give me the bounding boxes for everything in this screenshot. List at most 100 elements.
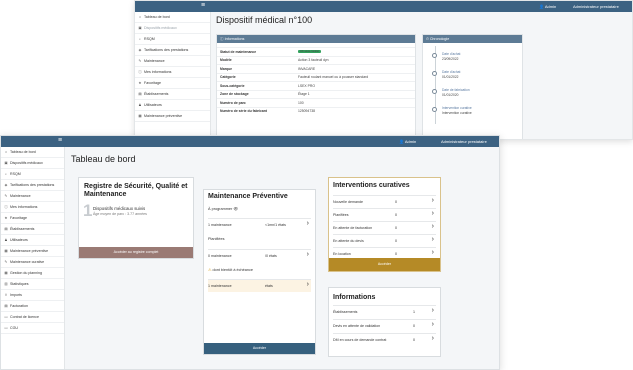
curative-row[interactable]: Planifiées 0 ›	[333, 208, 436, 221]
home-icon: ⌂	[4, 150, 8, 154]
info-key: Modèle	[220, 58, 232, 63]
sidebar-item[interactable]: ✎ Maintenance curative	[1, 257, 64, 268]
preventive-access-button[interactable]: Accéder	[204, 343, 315, 354]
main-content: Dispositif médical n°100 ⓘ Informations …	[211, 12, 632, 139]
row-label: En attente du devis	[333, 238, 364, 243]
info-row: Marque INVACARE	[217, 64, 415, 73]
sidebar-item-label: Tarifications des prestations	[144, 48, 189, 52]
row-label: Nouvelle demande	[333, 199, 363, 204]
info-panel: ⓘ Informations Statut de maintenance OK s…	[216, 34, 416, 139]
chevron-right-icon: ›	[431, 335, 434, 342]
sidebar-item[interactable]: ◈ Tarifications des prestations	[135, 45, 210, 56]
upload-icon: ⇪	[4, 293, 8, 297]
sidebar-item[interactable]: ▣ Dispositifs médicaux	[1, 158, 64, 169]
information-row[interactable]: DM en cours de demande contrat 0 ›	[333, 333, 436, 346]
sidebar-item-label: Tableau de bord	[144, 15, 170, 19]
eye-icon[interactable]: 👁	[233, 207, 238, 211]
sidebar-item[interactable]: ★ Favoritage	[1, 213, 64, 224]
info-row: Zone de stockage Étage 1	[217, 89, 415, 99]
user-menu[interactable]: 👤 Admin	[399, 139, 416, 144]
sidebar-item[interactable]: ▦ Maintenance préventive	[135, 111, 210, 122]
calendar-icon: ▦	[138, 114, 142, 118]
sidebar-item[interactable]: ⌂ Tableau de bord	[135, 12, 210, 23]
sidebar-item[interactable]: ⌕ RSQM	[135, 34, 210, 45]
sidebar-item-label: Tarifications des prestations	[10, 183, 55, 187]
sidebar-item[interactable]: ▭ Contrat de licence	[1, 312, 64, 323]
sidebar-item-label: Statistiques	[10, 282, 29, 286]
sidebar-item[interactable]: ▥ Statistiques	[1, 279, 64, 290]
sidebar-item[interactable]: ♟ Utilisateurs	[135, 100, 210, 111]
sidebar-item[interactable]: ▣ Dispositifs médicaux	[135, 23, 210, 34]
sidebar-item[interactable]: ▭ CGU	[1, 323, 64, 334]
timeline-date: 23/09/2022	[442, 57, 459, 61]
sidebar-item[interactable]: ♟ Utilisateurs	[1, 235, 64, 246]
sidebar-item[interactable]: ◈ Tarifications des prestations	[1, 180, 64, 191]
sidebar-item-label: Facturation	[10, 304, 28, 308]
sidebar-item-label: Favoritage	[144, 81, 161, 85]
information-row[interactable]: Devis en attente de validation 0 ›	[333, 319, 436, 332]
entity-menu[interactable]: Administrateur prestataire	[441, 139, 487, 144]
info-key: Numéro de parc	[220, 100, 246, 105]
search-icon: ⌕	[5, 172, 7, 176]
timeline-date: 01/01/2022	[442, 75, 459, 79]
page-title: Dispositif médical n°100	[216, 15, 313, 25]
info-key: Marque	[220, 66, 233, 71]
planned-row[interactable]: 0 maintenance /0 états ›	[208, 249, 311, 262]
curative-access-button[interactable]: Accéder	[329, 258, 440, 271]
menu-icon[interactable]: ≡	[58, 137, 62, 145]
curative-row[interactable]: En attente du devis 0 ›	[333, 234, 436, 247]
star-icon: ★	[138, 81, 142, 85]
due-soon-row[interactable]: 1 maintenance états ›	[208, 279, 311, 292]
calendar-icon: ▦	[4, 271, 8, 275]
sidebar-item[interactable]: ⓘ Mes informations	[135, 67, 210, 78]
information-row[interactable]: Établissements 1 ›	[333, 305, 436, 318]
row-count: 0	[395, 200, 397, 204]
preventive-card: Maintenance Préventive À programmer 👁 1 …	[203, 189, 316, 355]
sidebar-item[interactable]: ▦ Gestion du planning	[1, 268, 64, 279]
sidebar-item[interactable]: ★ Favoritage	[135, 78, 210, 89]
sidebar-item-label: Dispositifs médicaux	[10, 161, 43, 165]
sidebar-item[interactable]: ⌂ Tableau de bord	[1, 147, 64, 158]
sidebar-item[interactable]: ▦ Maintenance préventive	[1, 246, 64, 257]
sidebar-item[interactable]: ✎ Maintenance	[135, 56, 210, 67]
sidebar-item[interactable]: ▤ Facturation	[1, 301, 64, 312]
sidebar-item[interactable]: ⇪ Imports	[1, 290, 64, 301]
timeline-title[interactable]: Date d'achat	[442, 52, 460, 56]
sidebar-item[interactable]: ▤ Établissements	[1, 224, 64, 235]
registre-access-button[interactable]: Accéder au registre complet	[79, 247, 193, 258]
warning-icon: ⚠	[208, 268, 212, 272]
info-key: Numéro de série du fabricant	[220, 109, 267, 114]
to-schedule-label: À programmer 👁	[208, 207, 239, 211]
user-menu[interactable]: 👤 Admin	[539, 4, 556, 9]
curative-row[interactable]: En attente de facturation 0 ›	[333, 221, 436, 234]
sidebar-item[interactable]: ⓘ Mes informations	[1, 202, 64, 213]
chevron-right-icon: ›	[431, 321, 434, 328]
wrench-icon: ✎	[138, 59, 142, 63]
info-icon: ⓘ	[138, 69, 142, 74]
timeline-title[interactable]: Intervention curative	[442, 106, 472, 110]
sidebar-item-label: Utilisateurs	[10, 238, 28, 242]
chevron-right-icon: ›	[306, 281, 309, 288]
registre-age: Âge moyen de parc : 3.77 années	[93, 212, 147, 216]
sidebar-item[interactable]: ⌕ RSQM	[1, 169, 64, 180]
info-value: LSEX PRO	[298, 83, 315, 88]
menu-icon[interactable]: ≡	[201, 2, 205, 10]
info-row: Catégorie Fauteuil roulant manuel ou à po…	[217, 72, 415, 82]
curative-row[interactable]: Nouvelle demande 0 ›	[333, 195, 436, 208]
sidebar-item[interactable]: ▤ Établissements	[135, 89, 210, 100]
sidebar-item[interactable]: ✎ Maintenance	[1, 191, 64, 202]
to-schedule-row[interactable]: 1 maintenance <1mn/1 états ›	[208, 218, 311, 231]
search-icon: ⌕	[139, 37, 141, 41]
timeline-title[interactable]: Date de fabrication	[442, 88, 470, 92]
top-bar: ≡ 👤 Admin Administrateur prestataire	[135, 1, 632, 12]
device-icon: ▣	[4, 161, 8, 165]
sidebar-item-label: Maintenance préventive	[10, 249, 49, 253]
info-value: 100	[298, 100, 304, 105]
device-detail-screenshot: ≡ 👤 Admin Administrateur prestataire ⌂ Ta…	[134, 0, 633, 140]
row-label: Planifiées	[333, 212, 349, 217]
entity-menu[interactable]: Administrateur prestataire	[573, 4, 619, 9]
tag-icon: ◈	[138, 48, 142, 52]
row-label: En location	[333, 251, 351, 256]
timeline-title[interactable]: Date d'achat	[442, 70, 460, 74]
document-icon: ▭	[4, 315, 8, 319]
